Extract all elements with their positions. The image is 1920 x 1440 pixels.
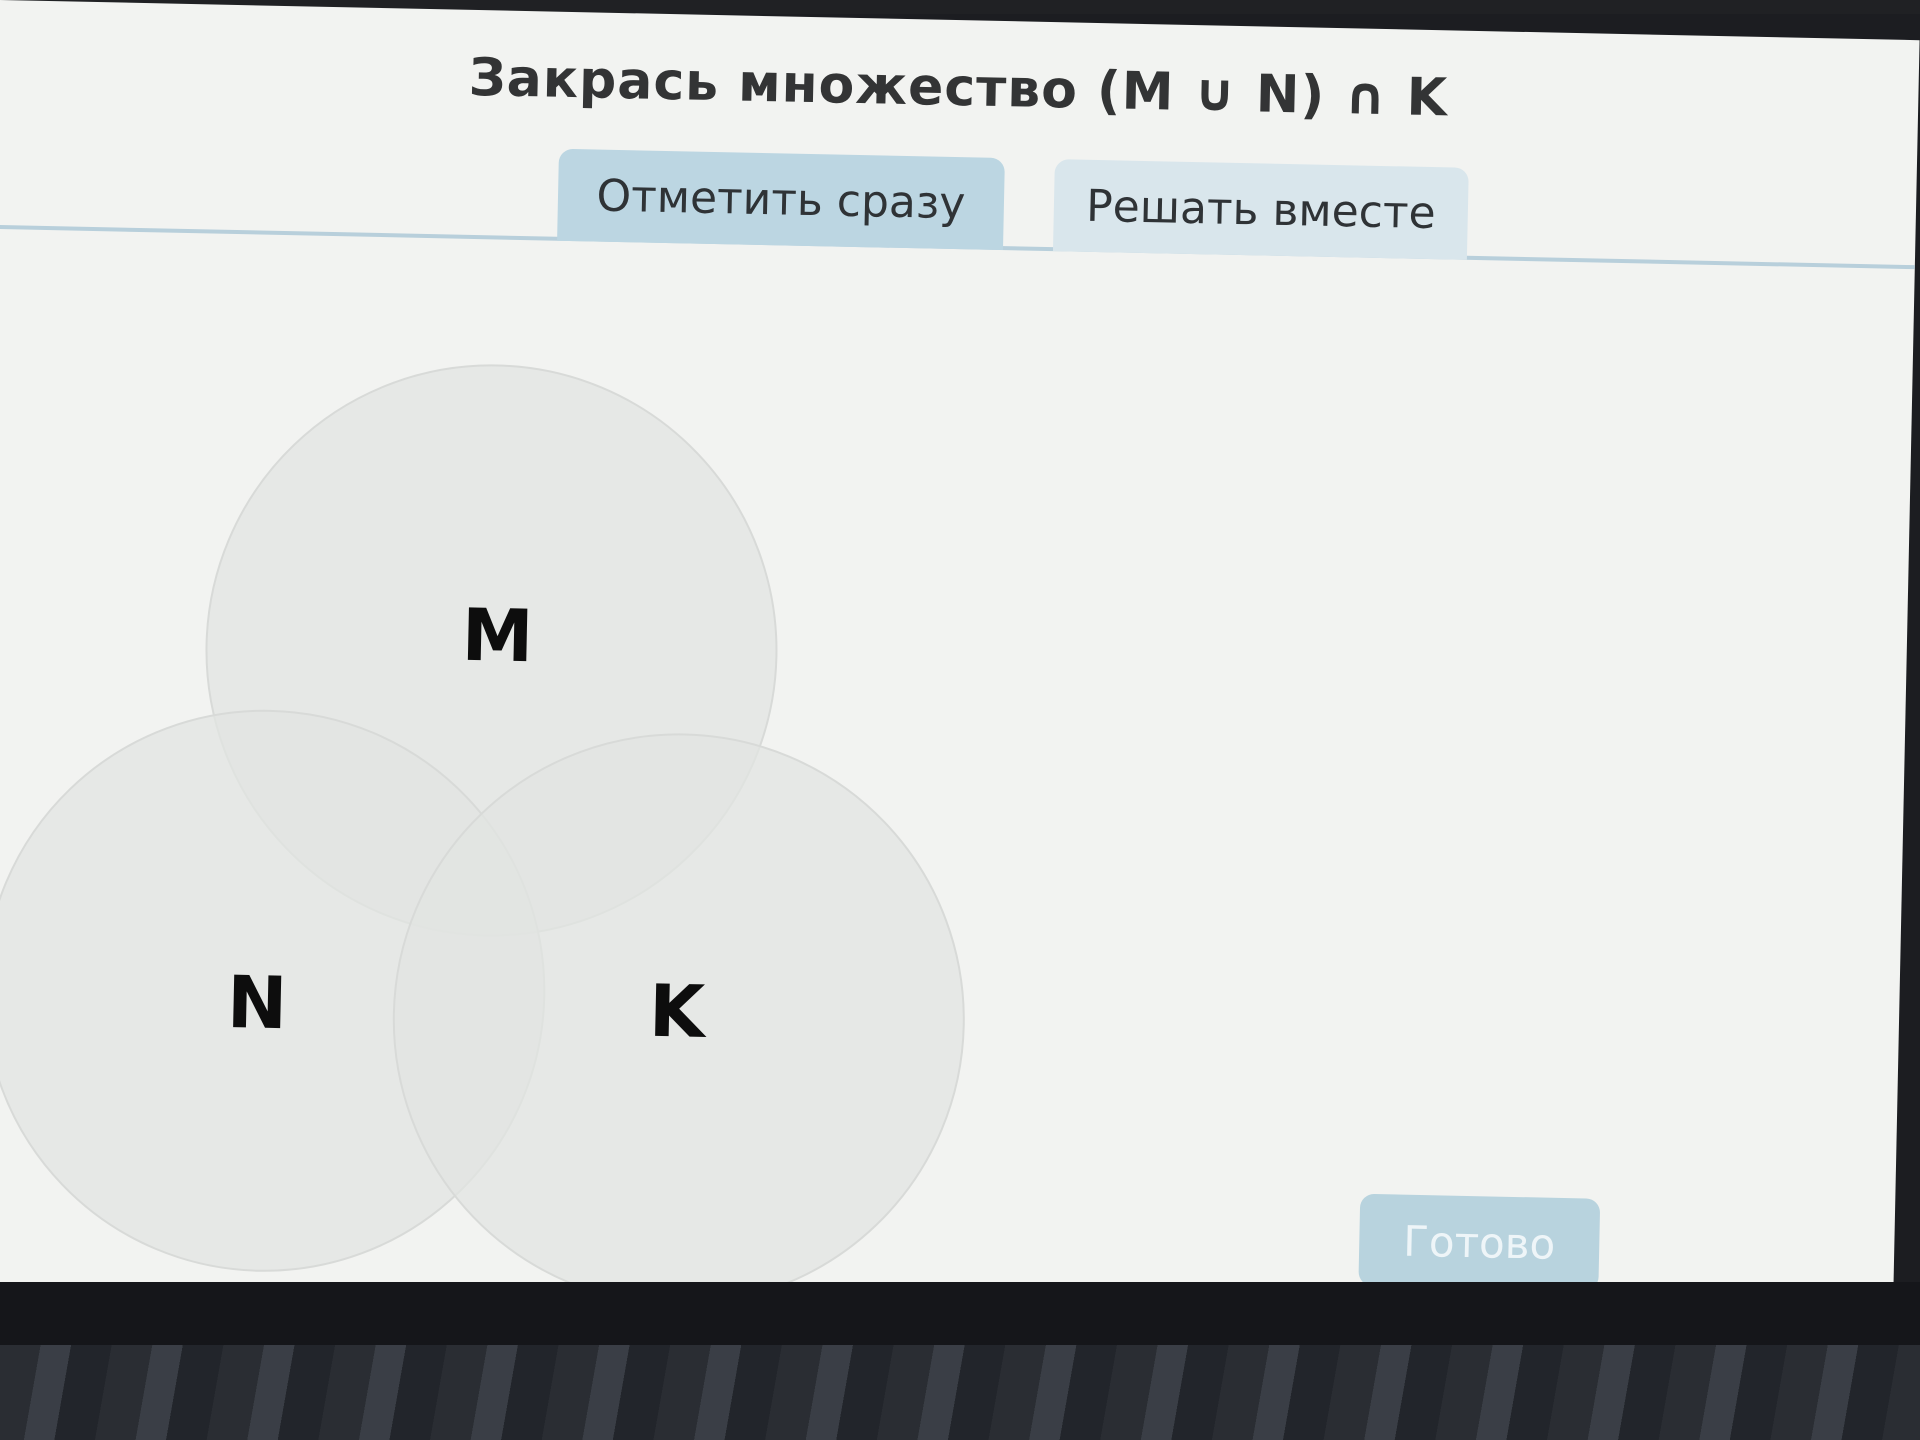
- set-k-label: K: [648, 968, 706, 1054]
- background-fabric: [0, 1345, 1920, 1440]
- done-button-label: Готово: [1402, 1216, 1556, 1269]
- set-n-label: N: [226, 959, 289, 1046]
- venn-diagram: [0, 364, 965, 1306]
- done-button[interactable]: Готово: [1358, 1193, 1601, 1291]
- set-m-label: M: [460, 592, 535, 679]
- exercise-screen: Закрась множество (M ∪ N) ∩ K Отметить с…: [0, 0, 1920, 1322]
